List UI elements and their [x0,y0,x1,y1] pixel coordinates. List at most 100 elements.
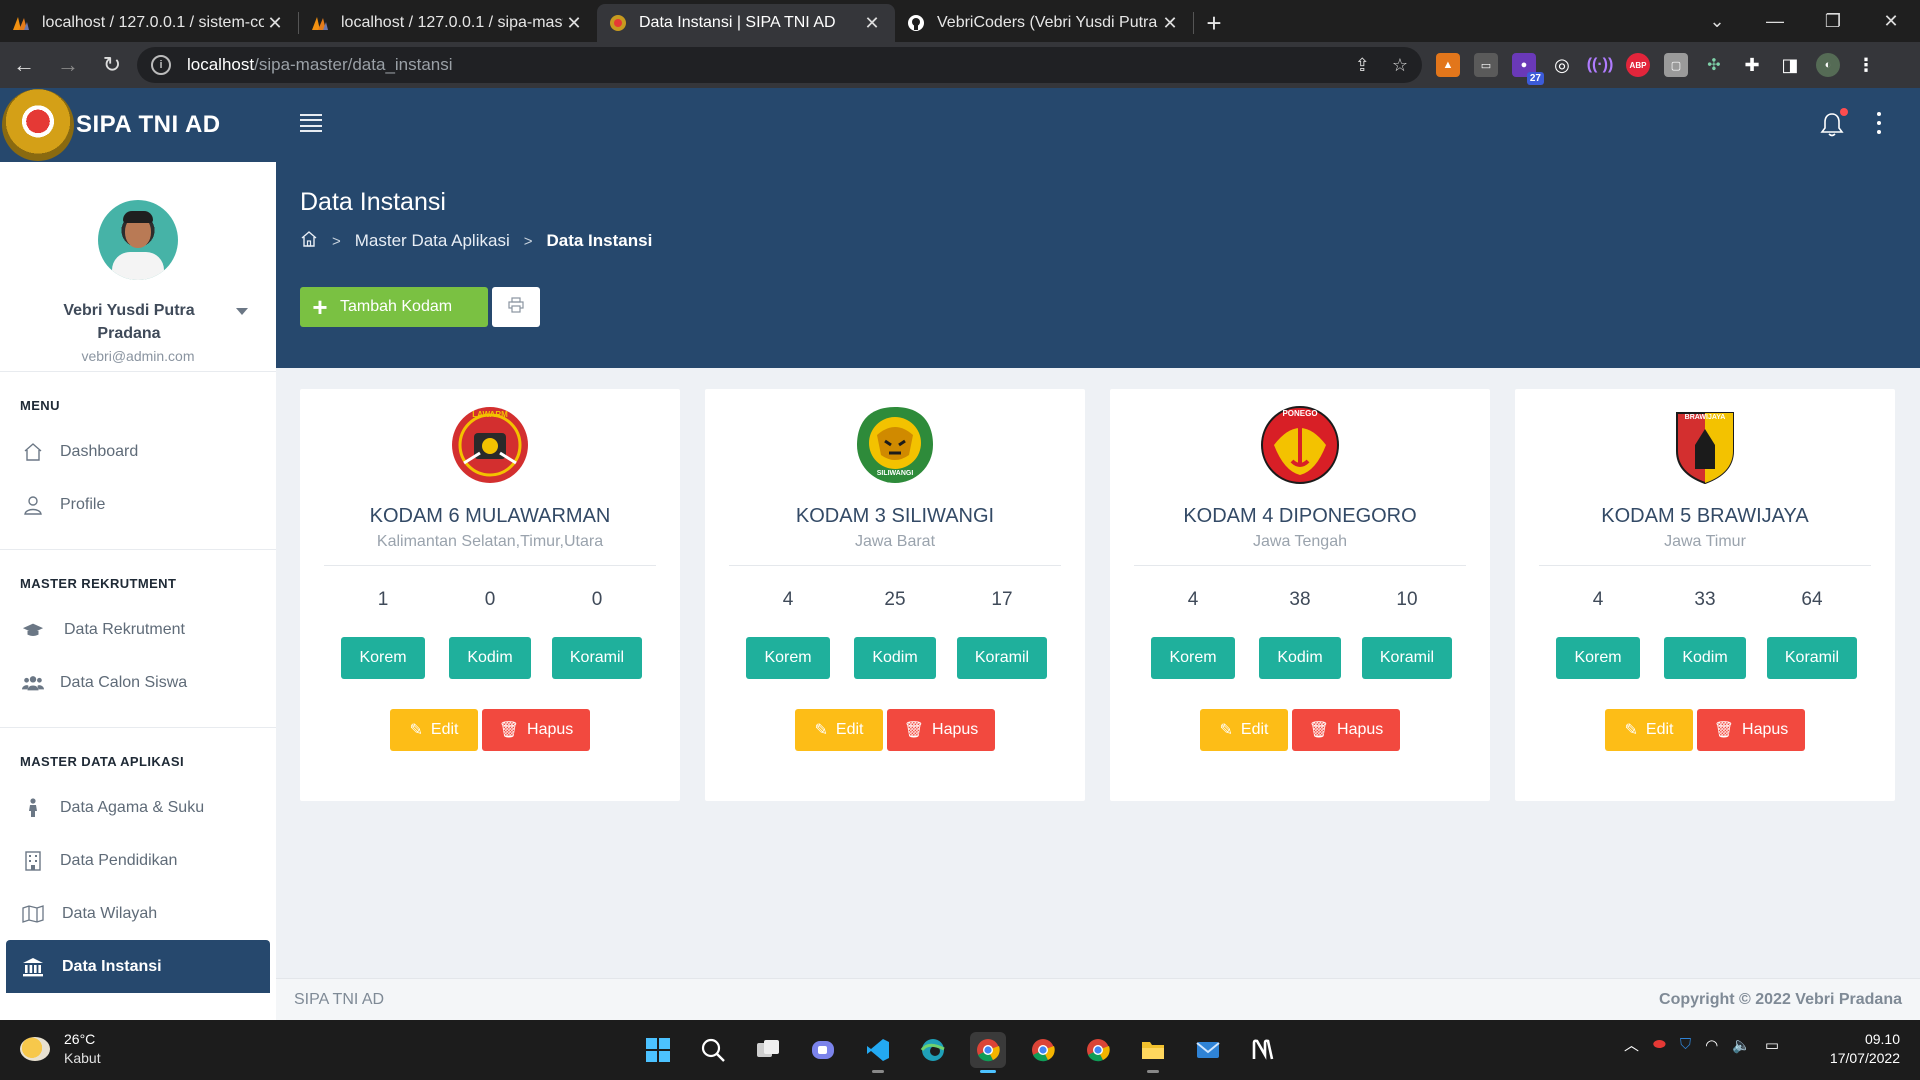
bookmark-star-icon[interactable]: ☆ [1392,55,1408,76]
delete-button[interactable]: 🗑 Hapus [887,709,995,751]
sidebar-item-data-agama-suku[interactable]: Data Agama & Suku [0,781,276,834]
file-explorer-icon[interactable] [1135,1032,1171,1073]
browser-tab[interactable]: VebriCoders (Vebri Yusdi Putra Pr ✕ [895,4,1193,42]
tni-emblem-icon [609,14,627,32]
avatar[interactable] [98,200,178,280]
kodim-button[interactable]: Kodim [1259,637,1341,679]
user-name[interactable]: Vebri Yusdi Putra Pradana [40,299,218,345]
kodim-button[interactable]: Kodim [1664,637,1746,679]
new-tab-button[interactable]: + [1194,4,1234,42]
kodam-name: KODAM 3 SILIWANGI [795,505,995,527]
home-icon[interactable] [300,230,318,253]
extension-badge-icon[interactable]: ● 27 [1512,53,1544,85]
korem-button[interactable]: Korem [1556,637,1640,679]
sidebar-item-data-pendidikan[interactable]: Data Pendidikan [0,834,276,887]
koramil-button[interactable]: Koramil [957,637,1047,679]
delete-button[interactable]: 🗑 Hapus [482,709,590,751]
card-actions: ✎ Edit 🗑 Hapus [1110,709,1490,751]
print-button[interactable] [492,287,540,327]
close-icon[interactable]: ✕ [861,13,883,34]
lightbulb-icon[interactable]: ◎ [1550,53,1574,77]
chrome-profile-icon[interactable] [1080,1032,1116,1068]
window-close-icon[interactable]: ✕ [1862,0,1920,42]
sidepanel-icon[interactable]: ◨ [1778,53,1802,77]
koramil-button[interactable]: Koramil [1362,637,1452,679]
disabled-extension-icon[interactable]: ✣ [1702,53,1726,77]
korem-button[interactable]: Korem [341,637,425,679]
breadcrumb-link[interactable]: Master Data Aplikasi [355,231,510,251]
wifi-icon[interactable]: ◠ [1705,1036,1718,1054]
kodam-emblem: PONEGO [1260,405,1340,485]
close-icon[interactable]: ✕ [563,13,585,34]
korem-button[interactable]: Korem [1151,637,1235,679]
weather-widget[interactable]: 26°C Kabut [20,1030,101,1068]
tab-search-icon[interactable]: ⌄ [1688,0,1746,42]
delete-button[interactable]: 🗑 Hapus [1697,709,1805,751]
edit-button[interactable]: ✎ Edit [795,709,883,751]
vscode-icon[interactable] [860,1032,896,1073]
search-icon[interactable] [695,1032,731,1068]
info-icon[interactable]: i [151,55,171,75]
metamask-icon[interactable]: ▲ [1436,53,1460,77]
sidebar-item-data-rekrutment[interactable]: Data Rekrutment [0,603,276,656]
sidebar-item-profile[interactable]: Profile [0,478,276,531]
edit-button[interactable]: ✎ Edit [390,709,478,751]
koramil-button[interactable]: Koramil [1767,637,1857,679]
window-icon[interactable]: ▭ [1474,53,1498,77]
battery-icon[interactable]: ▭ [1765,1036,1779,1054]
windows-start-icon[interactable] [640,1032,676,1068]
square-extension-icon[interactable]: ▢ [1664,53,1688,77]
sidebar-item-data-calon-siswa[interactable]: Data Calon Siswa [0,656,276,709]
adblock-icon[interactable]: ABP [1626,53,1650,77]
volume-icon[interactable]: 🔈 [1732,1036,1751,1054]
browser-tab-active[interactable]: Data Instansi | SIPA TNI AD ✕ [597,4,895,42]
koramil-button[interactable]: Koramil [552,637,642,679]
clock[interactable]: 09.10 17/07/2022 [1816,1030,1900,1068]
kodim-button[interactable]: Kodim [449,637,531,679]
address-bar[interactable]: i localhost/sipa-master/data_instansi ⇪ … [137,47,1422,83]
add-kodam-button[interactable]: + Tambah Kodam [300,287,488,327]
task-view-icon[interactable] [750,1032,786,1068]
kodim-button[interactable]: Kodim [854,637,936,679]
security-shield-icon[interactable]: ⛉ [1680,1036,1691,1053]
chrome-icon[interactable] [970,1032,1006,1073]
broadcast-icon[interactable]: ((·)) [1587,53,1614,77]
menu-toggle-icon[interactable] [300,114,322,132]
chrome-profile-icon[interactable] [1025,1032,1061,1068]
profile-avatar-icon[interactable]: ◐ [1816,53,1840,77]
close-icon[interactable]: ✕ [264,13,286,34]
trash-icon: 🗑 [1308,722,1330,739]
edit-button[interactable]: ✎ Edit [1605,709,1693,751]
sidebar-item-data-wilayah[interactable]: Data Wilayah [0,887,276,940]
delete-button[interactable]: 🗑 Hapus [1292,709,1400,751]
korem-button[interactable]: Korem [746,637,830,679]
close-icon[interactable]: ✕ [1159,13,1181,34]
more-options-icon[interactable] [1876,112,1882,134]
teams-chat-icon[interactable] [805,1032,841,1068]
kodam-emblem: SILIWANGI [855,405,935,485]
edit-button[interactable]: ✎ Edit [1200,709,1288,751]
tray-app-icon[interactable]: ⬬ [1653,1036,1666,1053]
edge-icon[interactable] [915,1032,951,1068]
puzzle-icon[interactable]: ✚ [1740,53,1764,77]
restore-icon[interactable]: ❐ [1804,0,1862,42]
sidebar-item-dashboard[interactable]: Dashboard [0,425,276,478]
mail-icon[interactable] [1190,1032,1226,1068]
notification-bell-icon[interactable] [1820,108,1848,138]
forward-icon[interactable]: → [48,45,88,85]
share-icon[interactable]: ⇪ [1355,55,1370,76]
chevron-up-icon[interactable]: ︿ [1624,1034,1639,1055]
back-icon[interactable]: ← [4,45,44,85]
browser-tab[interactable]: localhost / 127.0.0.1 / sistem-con ✕ [0,4,298,42]
brand[interactable]: SIPA TNI AD [0,88,276,162]
notion-like-icon[interactable] [1245,1032,1281,1068]
sidebar-section-menu: MENU Dashboard Profile [0,372,276,550]
minimize-icon[interactable]: — [1746,0,1804,42]
chrome-menu-icon[interactable]: ⋮ [1854,53,1878,77]
sidebar: Vebri Yusdi Putra Pradana vebri@admin.co… [0,162,276,1020]
phpmyadmin-icon [311,14,329,32]
browser-tab[interactable]: localhost / 127.0.0.1 / sipa-maste ✕ [299,4,597,42]
reload-icon[interactable]: ↻ [92,45,132,85]
chevron-down-icon[interactable] [236,308,248,315]
sidebar-item-data-instansi[interactable]: Data Instansi [6,940,270,993]
